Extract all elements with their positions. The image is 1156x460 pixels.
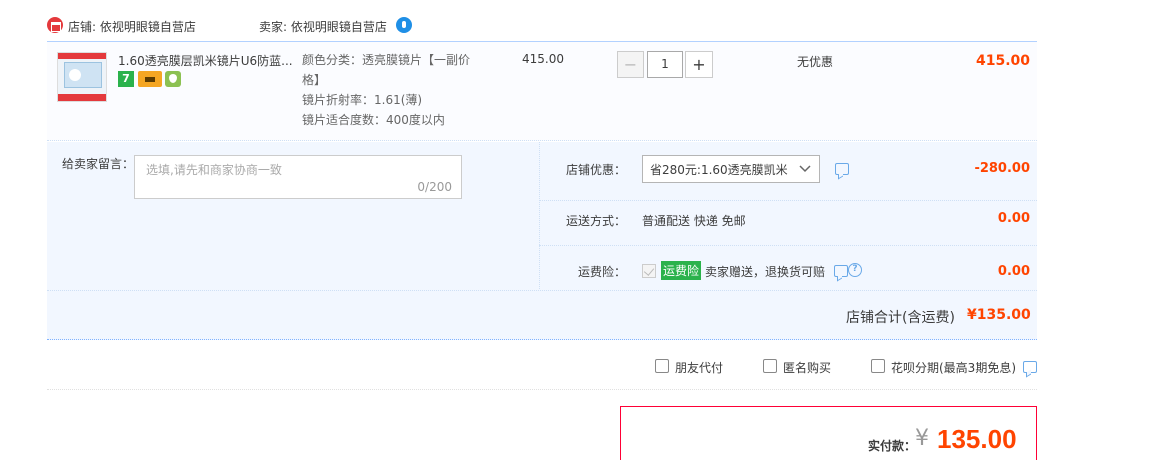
message-char-count: 0/200 xyxy=(417,180,452,194)
credit-card-icon[interactable] xyxy=(138,71,162,87)
installment-label[interactable]: 花呗分期(最高3期免息) xyxy=(891,359,1016,376)
message-label: 给卖家留言： xyxy=(62,157,135,171)
insurance-label: 运费险： xyxy=(578,265,627,279)
product-title[interactable]: 1.60透亮膜层凯米镜片U6防蓝... xyxy=(118,52,294,69)
shop-icon xyxy=(47,17,63,33)
help-icon[interactable]: ? xyxy=(848,263,862,277)
options-divider xyxy=(47,389,1037,390)
installment-checkbox[interactable] xyxy=(871,359,885,373)
message-placeholder: 选填,请先和商家协商一致 xyxy=(146,163,282,177)
shop-name[interactable]: 店铺: 依视明眼镜自营店 xyxy=(68,18,196,35)
item-subtotal: 415.00 xyxy=(975,53,1030,69)
chevron-down-icon[interactable] xyxy=(797,160,813,176)
item-discount: 无优惠 xyxy=(797,55,834,69)
pay-label: 实付款： xyxy=(868,439,917,453)
installment-info-icon[interactable] xyxy=(1023,361,1037,373)
row-divider xyxy=(539,200,1037,201)
quantity-input[interactable]: 1 xyxy=(647,51,683,78)
quantity-decrease-button[interactable]: − xyxy=(617,51,644,78)
seven-day-return-icon[interactable]: 7 xyxy=(118,71,134,87)
pay-amount: 135.00 xyxy=(937,424,1017,454)
quantity-increase-button[interactable]: + xyxy=(685,51,713,78)
shop-total-label: 店铺合计(含运费) xyxy=(846,310,955,326)
insurance-text: 卖家赠送，退换货可赔 xyxy=(705,265,826,279)
coupon-chat-icon[interactable] xyxy=(835,163,849,175)
anonymous-checkbox[interactable] xyxy=(763,359,777,373)
friend-pay-checkbox[interactable] xyxy=(655,359,669,373)
friend-pay-label[interactable]: 朋友代付 xyxy=(675,359,723,376)
shipping-method: 普通配送 快递 免邮 xyxy=(642,214,746,228)
row-divider xyxy=(539,245,1037,246)
unit-price: 415.00 xyxy=(522,52,564,66)
insurance-chat-icon[interactable] xyxy=(834,265,848,277)
seller-name[interactable]: 卖家: 依视明眼镜自营店 xyxy=(259,18,387,35)
insurance-checkbox xyxy=(642,264,656,278)
product-thumbnail[interactable] xyxy=(57,52,107,102)
chat-seller-icon[interactable] xyxy=(396,17,412,33)
prop-refraction: 镜片折射率：1.61(薄) xyxy=(302,93,423,107)
prop-color-cont: 格】 xyxy=(302,73,327,87)
coupon-label: 店铺优惠： xyxy=(566,163,627,177)
panel-divider xyxy=(539,142,540,289)
guarantee-icon[interactable] xyxy=(165,71,181,87)
prop-color: 颜色分类：透亮膜镜片【一副价 xyxy=(302,53,471,67)
coupon-value: -280.00 xyxy=(974,161,1030,176)
insurance-badge: 运费险 xyxy=(661,261,702,280)
insurance-value: 0.00 xyxy=(997,264,1030,279)
anonymous-label[interactable]: 匿名购买 xyxy=(783,359,831,376)
shipping-label: 运送方式： xyxy=(566,214,627,228)
coupon-selected[interactable]: 省280元:1.60透亮膜凯米 xyxy=(650,161,788,178)
pay-currency: ¥ xyxy=(915,426,929,451)
prop-degree: 镜片适合度数：400度以内 xyxy=(302,113,445,127)
shop-total-value: ¥135.00 xyxy=(967,307,1031,323)
shipping-value: 0.00 xyxy=(997,211,1030,226)
